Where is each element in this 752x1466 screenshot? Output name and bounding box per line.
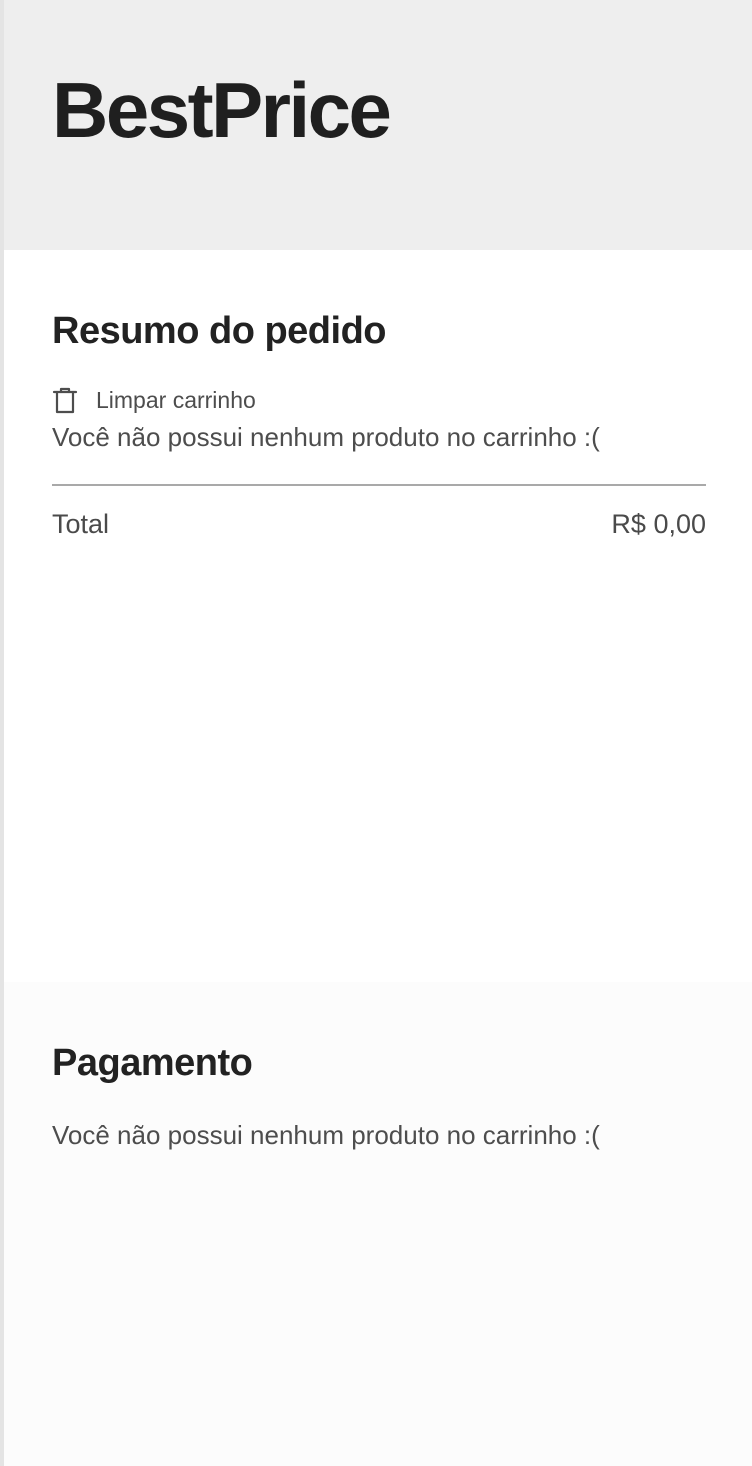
brand-logo[interactable]: BestPrice [52, 70, 752, 150]
total-value: R$ 0,00 [611, 509, 706, 539]
page: BestPrice Resumo do pedido Limpar carrin… [0, 0, 752, 1466]
order-summary-section: Resumo do pedido Limpar carrinho Você nã… [4, 250, 752, 982]
order-summary-title: Resumo do pedido [52, 310, 387, 352]
trash-icon [52, 386, 78, 414]
cart-empty-message: Você não possui nenhum produto no carrin… [52, 422, 600, 452]
payment-section: Pagamento Você não possui nenhum produto… [4, 982, 752, 1466]
total-label: Total [52, 509, 110, 539]
site-header: BestPrice [4, 0, 752, 250]
total-row: Total R$ 0,00 [52, 506, 706, 542]
summary-divider [52, 484, 706, 486]
payment-empty-message: Você não possui nenhum produto no carrin… [52, 1120, 600, 1150]
payment-title: Pagamento [52, 1042, 253, 1084]
clear-cart-label: Limpar carrinho [96, 387, 256, 413]
clear-cart-button[interactable]: Limpar carrinho [52, 386, 256, 414]
